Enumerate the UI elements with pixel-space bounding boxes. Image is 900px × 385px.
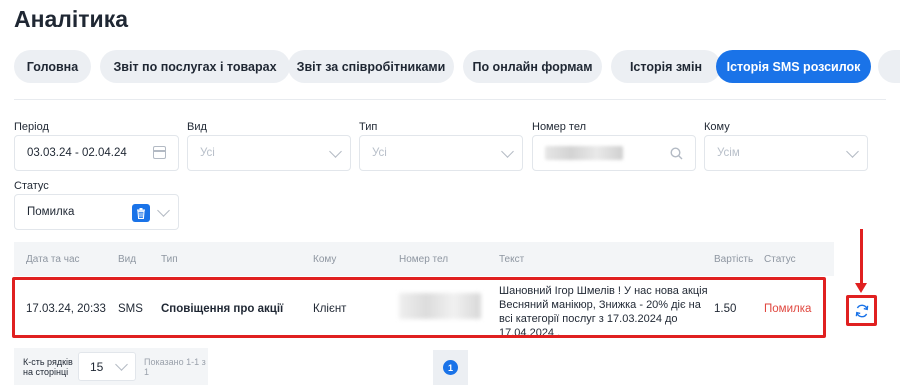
phone-redacted [545, 146, 623, 160]
to-select[interactable]: Усім [704, 135, 868, 171]
status-select[interactable]: Помилка [14, 194, 179, 230]
col-type: Тип [161, 254, 178, 265]
annotation-arrow [860, 229, 863, 286]
table-header: Дата та час Вид Тип Кому Номер тел Текст… [14, 242, 834, 276]
rows-per-page-select[interactable]: 15 [78, 352, 136, 381]
kind-select[interactable]: Усі [187, 135, 351, 171]
resend-button[interactable] [846, 295, 877, 326]
phone-label: Номер тел [532, 121, 587, 133]
col-status: Статус [764, 254, 796, 265]
to-value: Усім [717, 147, 740, 159]
col-kind: Вид [118, 254, 137, 265]
rows-per-page-label: К-сть рядків на сторінці [23, 357, 73, 377]
divider [14, 99, 886, 100]
col-datetime: Дата та час [26, 254, 80, 265]
col-to: Кому [313, 254, 337, 265]
shown-count: Показано 1-1 з 1 [144, 357, 206, 377]
row-highlight-annotation [12, 277, 826, 338]
tab-sms-history[interactable]: Історія SMS розсилок [716, 50, 871, 83]
chevron-down-icon [329, 145, 342, 158]
type-label: Тип [359, 121, 378, 133]
type-select[interactable]: Усі [359, 135, 523, 171]
calendar-icon[interactable] [153, 146, 166, 159]
period-value: 03.03.24 - 02.04.24 [27, 147, 127, 159]
to-label: Кому [704, 121, 730, 133]
chevron-down-icon [157, 204, 170, 217]
chevron-down-icon [115, 358, 128, 371]
search-icon[interactable] [670, 147, 683, 160]
chevron-down-icon [846, 145, 859, 158]
pagination: 1 [433, 350, 468, 385]
tab-change-history[interactable]: Історія змін [611, 50, 721, 83]
status-value: Помилка [27, 206, 75, 218]
clear-status-button[interactable] [132, 204, 150, 222]
col-cost: Вартість [714, 254, 754, 265]
tab-employees-report[interactable]: Звіт за співробітниками [288, 50, 454, 83]
tab-online-forms[interactable]: По онлайн формам [463, 50, 602, 83]
annotation-arrow-head [855, 283, 867, 293]
kind-value: Усі [200, 147, 215, 159]
page-title: Аналітика [14, 6, 129, 32]
tabs-bar: Головна Звіт по послугах і товарах Звіт … [14, 50, 900, 83]
chevron-down-icon [501, 145, 514, 158]
kind-label: Вид [187, 121, 207, 133]
refresh-icon [855, 304, 868, 317]
page-button-1[interactable]: 1 [443, 360, 458, 375]
col-text: Текст [499, 254, 525, 265]
rows-per-page-panel: К-сть рядків на сторінці 15 Показано 1-1… [14, 348, 208, 385]
tab-more[interactable] [878, 50, 900, 83]
col-phone: Номер тел [399, 254, 449, 265]
status-label: Статус [14, 180, 49, 192]
tab-home[interactable]: Головна [14, 50, 91, 83]
phone-search-input[interactable] [532, 135, 696, 171]
tab-services-report[interactable]: Звіт по послугах і товарах [100, 50, 290, 83]
trash-icon [137, 207, 145, 219]
type-value: Усі [372, 147, 387, 159]
rows-per-page-value: 15 [90, 359, 104, 374]
period-field[interactable]: 03.03.24 - 02.04.24 [14, 135, 179, 171]
period-label: Період [14, 121, 49, 133]
